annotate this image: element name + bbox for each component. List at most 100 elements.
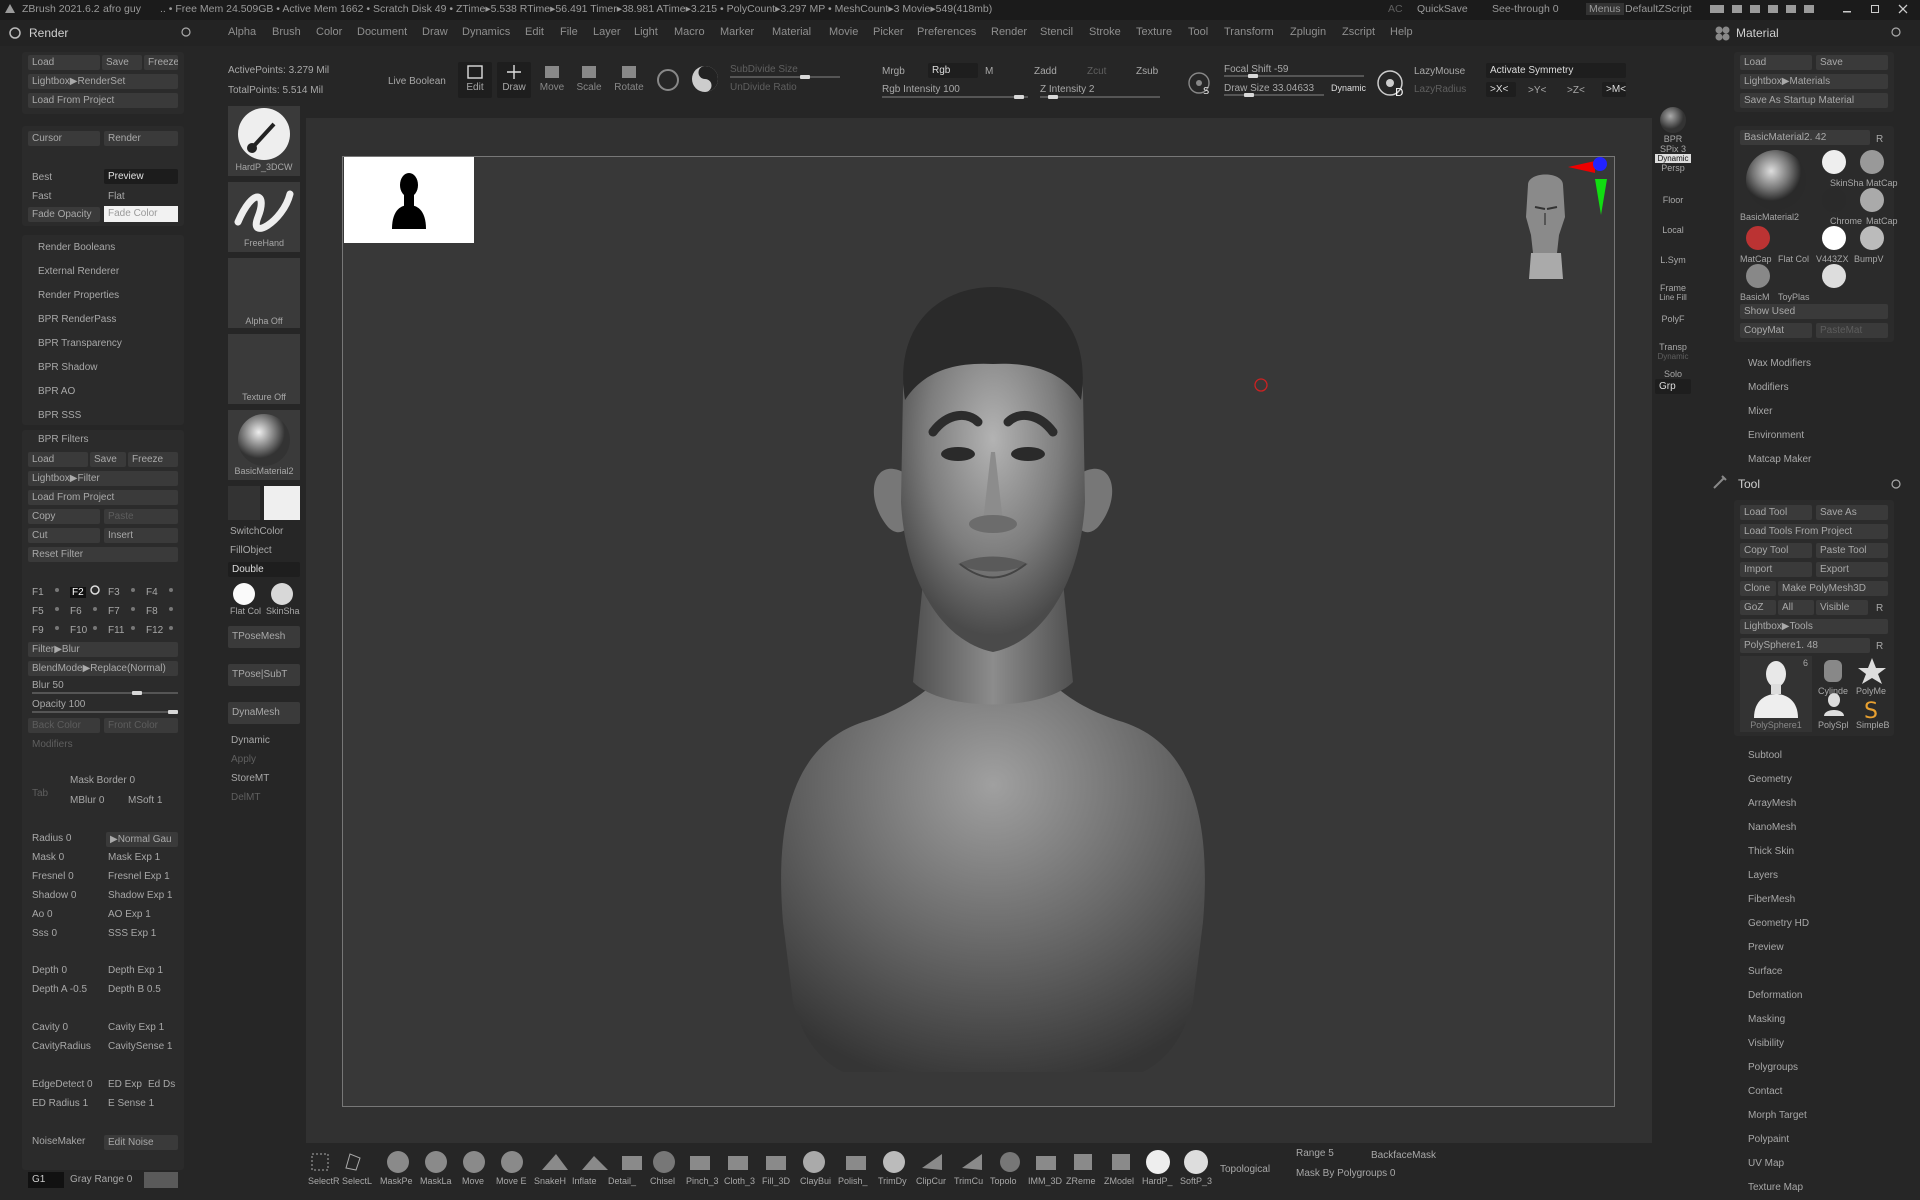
backface-mask-button[interactable]: BackfaceMask: [1371, 1150, 1436, 1161]
menu-render[interactable]: Render: [991, 26, 1027, 38]
s-brush-toggle-icon[interactable]: S: [1186, 70, 1212, 96]
tool-sub-surface[interactable]: Surface: [1748, 966, 1782, 977]
brush-claybuildup[interactable]: ClayBui: [800, 1176, 831, 1186]
material-load-button[interactable]: Load: [1740, 55, 1812, 70]
current-tool-slider[interactable]: PolySphere1. 48: [1740, 638, 1870, 653]
polyf-button[interactable]: PolyF: [1655, 314, 1691, 324]
tool-sub-layers[interactable]: Layers: [1748, 870, 1778, 881]
load-tools-project-button[interactable]: Load Tools From Project: [1740, 524, 1888, 539]
ed-ds-slider[interactable]: Ed Ds: [148, 1079, 175, 1090]
tool-sub-geometryhd[interactable]: Geometry HD: [1748, 918, 1809, 929]
g1-field[interactable]: G1: [28, 1172, 64, 1188]
brush-fill3d[interactable]: Fill_3D: [762, 1176, 790, 1186]
floor-button[interactable]: Floor: [1655, 195, 1691, 205]
rotate-mode-button[interactable]: Rotate: [612, 62, 646, 98]
solo-button[interactable]: Solo: [1655, 369, 1691, 379]
render-save-button[interactable]: Save: [102, 55, 142, 70]
front-color-button[interactable]: Front Color: [104, 718, 178, 733]
material-thumbnail[interactable]: BasicMaterial2: [228, 410, 300, 480]
brush-masklasso[interactable]: MaskLa: [420, 1176, 452, 1186]
brush-maskpen[interactable]: MaskPe: [380, 1176, 413, 1186]
brush-topology[interactable]: Topolo: [990, 1176, 1017, 1186]
menu-tool[interactable]: Tool: [1188, 26, 1208, 38]
menu-color[interactable]: Color: [316, 26, 342, 38]
lazymouse-button[interactable]: LazyMouse: [1414, 66, 1465, 77]
opacity-slider-label[interactable]: Opacity 100: [32, 699, 85, 710]
filter-save-button[interactable]: Save: [90, 452, 126, 467]
tool-sub-arraymesh[interactable]: ArrayMesh: [1748, 798, 1796, 809]
canvas-viewport[interactable]: [342, 156, 1615, 1107]
orientation-gizmo[interactable]: [1483, 157, 1613, 287]
menu-movie[interactable]: Movie: [829, 26, 858, 38]
m-button[interactable]: M: [985, 66, 993, 77]
cavity-radius-slider[interactable]: CavityRadius: [32, 1041, 91, 1052]
fresnel-slider[interactable]: Fresnel 0: [32, 871, 74, 882]
brush-clipcurve[interactable]: ClipCur: [916, 1176, 946, 1186]
dynamic-size-button[interactable]: Dynamic: [1331, 83, 1366, 93]
filter-lightbox-button[interactable]: Lightbox▶Filter: [28, 471, 178, 486]
depth-slider[interactable]: Depth 0: [32, 965, 67, 976]
brush-softpolish[interactable]: SoftP_3: [1180, 1176, 1212, 1186]
current-material-slider[interactable]: BasicMaterial2. 42: [1740, 130, 1870, 145]
brush-hardpolish[interactable]: HardP_: [1142, 1176, 1173, 1186]
tpose-subt-button[interactable]: TPose|SubT: [228, 664, 300, 686]
apply-button[interactable]: Apply: [231, 754, 256, 765]
switch-color-button[interactable]: SwitchColor: [230, 526, 283, 537]
activate-symmetry-button[interactable]: Activate Symmetry: [1486, 63, 1626, 78]
menu-stroke[interactable]: Stroke: [1089, 26, 1121, 38]
goz-visible-button[interactable]: Visible: [1816, 600, 1868, 615]
zadd-button[interactable]: Zadd: [1034, 66, 1057, 77]
bpr-renderpass-item[interactable]: BPR RenderPass: [38, 314, 116, 325]
paste-material-button[interactable]: PasteMat: [1816, 323, 1888, 338]
gray-swatch[interactable]: [144, 1172, 178, 1188]
edge-detect-slider[interactable]: EdgeDetect 0: [32, 1079, 93, 1090]
environment-item[interactable]: Environment: [1748, 430, 1804, 441]
bpr-ao-item[interactable]: BPR AO: [38, 386, 75, 397]
wax-modifiers-item[interactable]: Wax Modifiers: [1748, 358, 1811, 369]
ed-radius-slider[interactable]: ED Radius 1: [32, 1098, 88, 1109]
menu-draw[interactable]: Draw: [422, 26, 448, 38]
lsym-button[interactable]: L.Sym: [1655, 255, 1691, 265]
tool-sub-fibermesh[interactable]: FiberMesh: [1748, 894, 1795, 905]
noisemaker-button[interactable]: NoiseMaker: [32, 1136, 85, 1147]
bpr-filters-title[interactable]: BPR Filters: [38, 434, 89, 445]
texture-thumbnail[interactable]: Texture Off: [228, 334, 300, 404]
bpr-shadow-item[interactable]: BPR Shadow: [38, 362, 97, 373]
shadow-exp-slider[interactable]: Shadow Exp 1: [108, 890, 173, 901]
depth-a-slider[interactable]: Depth A -0.5: [32, 984, 87, 995]
tool-sub-polypaint[interactable]: Polypaint: [1748, 1134, 1789, 1145]
tool-sub-deformation[interactable]: Deformation: [1748, 990, 1802, 1001]
sss-exp-slider[interactable]: SSS Exp 1: [108, 928, 156, 939]
menu-macro[interactable]: Macro: [674, 26, 705, 38]
close-icon[interactable]: [1898, 3, 1908, 15]
make-polymesh-button[interactable]: Make PolyMesh3D: [1778, 581, 1888, 596]
menu-brush[interactable]: Brush: [272, 26, 301, 38]
flat-label[interactable]: Flat: [108, 191, 125, 202]
store-mt-button[interactable]: StoreMT: [231, 773, 269, 784]
subdivide-size-slider[interactable]: SubDivide Size: [730, 64, 798, 75]
filter-load-button[interactable]: Load: [28, 452, 88, 467]
mask-slider[interactable]: Mask 0: [32, 852, 64, 863]
maximize-icon[interactable]: [1870, 3, 1880, 15]
rgb-intensity-slider[interactable]: Rgb Intensity 100: [882, 84, 960, 95]
menu-file[interactable]: File: [560, 26, 578, 38]
menu-light[interactable]: Light: [634, 26, 658, 38]
symmetry-y-button[interactable]: >Y<: [1528, 85, 1546, 96]
tool-sub-masking[interactable]: Masking: [1748, 1014, 1785, 1025]
grp-button[interactable]: Grp: [1655, 379, 1691, 394]
preview-button[interactable]: Preview: [104, 169, 178, 184]
zsub-button[interactable]: Zsub: [1136, 66, 1158, 77]
blur-slider[interactable]: [32, 691, 178, 695]
filter-blur-button[interactable]: Filter▶Blur: [28, 642, 178, 657]
quicksave-button[interactable]: QuickSave: [1417, 3, 1468, 15]
menu-stencil[interactable]: Stencil: [1040, 26, 1073, 38]
brush-trimcurve[interactable]: TrimCu: [954, 1176, 983, 1186]
brush-chisel[interactable]: Chisel: [650, 1176, 675, 1186]
blend-mode-button[interactable]: BlendMode▶Replace(Normal): [28, 661, 178, 676]
menu-document[interactable]: Document: [357, 26, 407, 38]
mblur-slider[interactable]: MBlur 0: [70, 795, 104, 806]
default-zscript[interactable]: DefaultZScript: [1625, 3, 1692, 15]
filter-cut-button[interactable]: Cut: [28, 528, 100, 543]
gizmo-toggle-icon[interactable]: [690, 64, 720, 94]
msoft-slider[interactable]: MSoft 1: [128, 795, 162, 806]
